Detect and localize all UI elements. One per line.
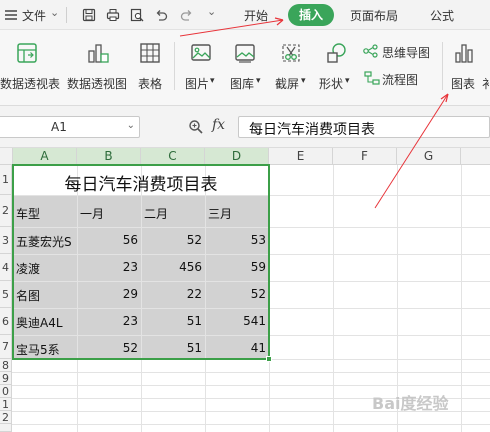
gallery-icon[interactable] [234,42,256,67]
screenshot-dropdown-icon[interactable]: ▾ [301,76,306,86]
screenshot-button[interactable]: 截屏 [275,75,299,92]
chart-icon[interactable] [453,42,475,67]
flowchart-icon[interactable] [364,71,380,88]
pivot-table-button[interactable]: 数据透视表 [0,75,60,92]
row-header[interactable]: 0 [0,385,12,398]
fill-handle[interactable] [266,356,272,362]
column-header-f[interactable]: F [333,148,397,165]
watermark: Bai度经验 [372,394,449,413]
ribbon-insert: 数据透视表 数据透视图 表格 图片 ▾ 图库 ▾ 截屏 ▾ 形状 ▾ 思维导图 … [0,30,490,106]
chevron-down-icon[interactable]: ⌄ [50,6,59,19]
print-icon[interactable] [106,8,120,22]
row-header[interactable]: 4 [0,254,12,281]
row-header[interactable]: 5 [0,281,12,308]
column-header-g[interactable]: G [397,148,461,165]
ribbon-divider [442,42,443,90]
menu-bar: 文件 ⌄ ⌄ 开始 插入 页面布局 公式 [0,0,490,30]
row-header[interactable]: 1 [0,398,12,411]
column-header-a[interactable]: A [13,148,77,165]
chevron-down-icon[interactable]: ⌄ [127,120,135,131]
formula-bar: A1 ⌄ fx 每日汽车消费项目表 [0,106,490,148]
zoom-search-icon[interactable] [188,119,204,138]
name-box[interactable]: A1 ⌄ [0,116,140,138]
picture-dropdown-icon[interactable]: ▾ [210,76,215,86]
file-menu[interactable]: 文件 [22,7,46,24]
row-header[interactable]: 9 [0,372,12,385]
flowchart-button[interactable]: 流程图 [382,71,418,88]
row-header[interactable]: 1 [0,165,12,195]
pivot-table-icon[interactable] [16,42,38,67]
gridline [333,165,334,432]
pivot-chart-button[interactable]: 数据透视图 [67,75,127,92]
shapes-dropdown-icon[interactable]: ▾ [345,76,350,86]
picture-icon[interactable] [190,42,212,67]
formula-input[interactable]: 每日汽车消费项目表 [238,116,490,138]
shapes-button[interactable]: 形状 [319,75,343,92]
gridline [461,165,462,432]
print-preview-icon[interactable] [130,8,144,22]
row-header[interactable] [0,424,12,432]
formula-content: 每日汽车消费项目表 [249,122,375,138]
column-header-c[interactable]: C [141,148,205,165]
selection-border [12,164,270,360]
save-icon[interactable] [82,8,96,22]
chart-button[interactable]: 图表 [451,75,475,92]
row-header[interactable]: 6 [0,308,12,335]
cell-reference: A1 [51,120,67,134]
undo-icon[interactable] [154,8,168,22]
column-header-h[interactable] [461,148,490,165]
corner-select-all[interactable] [0,148,13,165]
tab-insert[interactable]: 插入 [288,4,334,26]
table-icon[interactable] [139,42,161,67]
mindmap-icon[interactable] [363,44,379,61]
quick-access-dropdown-icon[interactable]: ⌄ [207,5,216,18]
picture-button[interactable]: 图片 [185,75,209,92]
pivot-chart-icon[interactable] [86,42,110,67]
row-header[interactable]: 2 [0,411,12,424]
gridline [12,424,490,425]
shapes-icon[interactable] [326,42,348,67]
row-header[interactable]: 7 [0,335,12,359]
hamburger-icon[interactable] [4,8,18,22]
gridline [12,372,490,373]
menu-divider [66,7,67,23]
row-header[interactable]: 3 [0,227,12,254]
mindmap-button[interactable]: 思维导图 [382,44,430,61]
redo-icon[interactable] [180,8,194,22]
ribbon-divider [174,42,175,90]
gallery-button[interactable]: 图库 [230,75,254,92]
tab-formulas[interactable]: 公式 [430,7,454,24]
cutoff-button[interactable]: 衤 [482,75,490,92]
column-header-d[interactable]: D [205,148,269,165]
column-header-b[interactable]: B [77,148,141,165]
row-header[interactable]: 2 [0,195,12,227]
table-button[interactable]: 表格 [138,75,162,92]
tab-home[interactable]: 开始 [244,7,268,24]
gallery-dropdown-icon[interactable]: ▾ [256,76,261,86]
column-header-e[interactable]: E [269,148,333,165]
scissors-icon[interactable] [280,42,302,67]
tab-page-layout[interactable]: 页面布局 [350,7,398,24]
fx-icon[interactable]: fx [212,117,225,133]
gridline [12,385,490,386]
row-header[interactable]: 8 [0,359,12,372]
